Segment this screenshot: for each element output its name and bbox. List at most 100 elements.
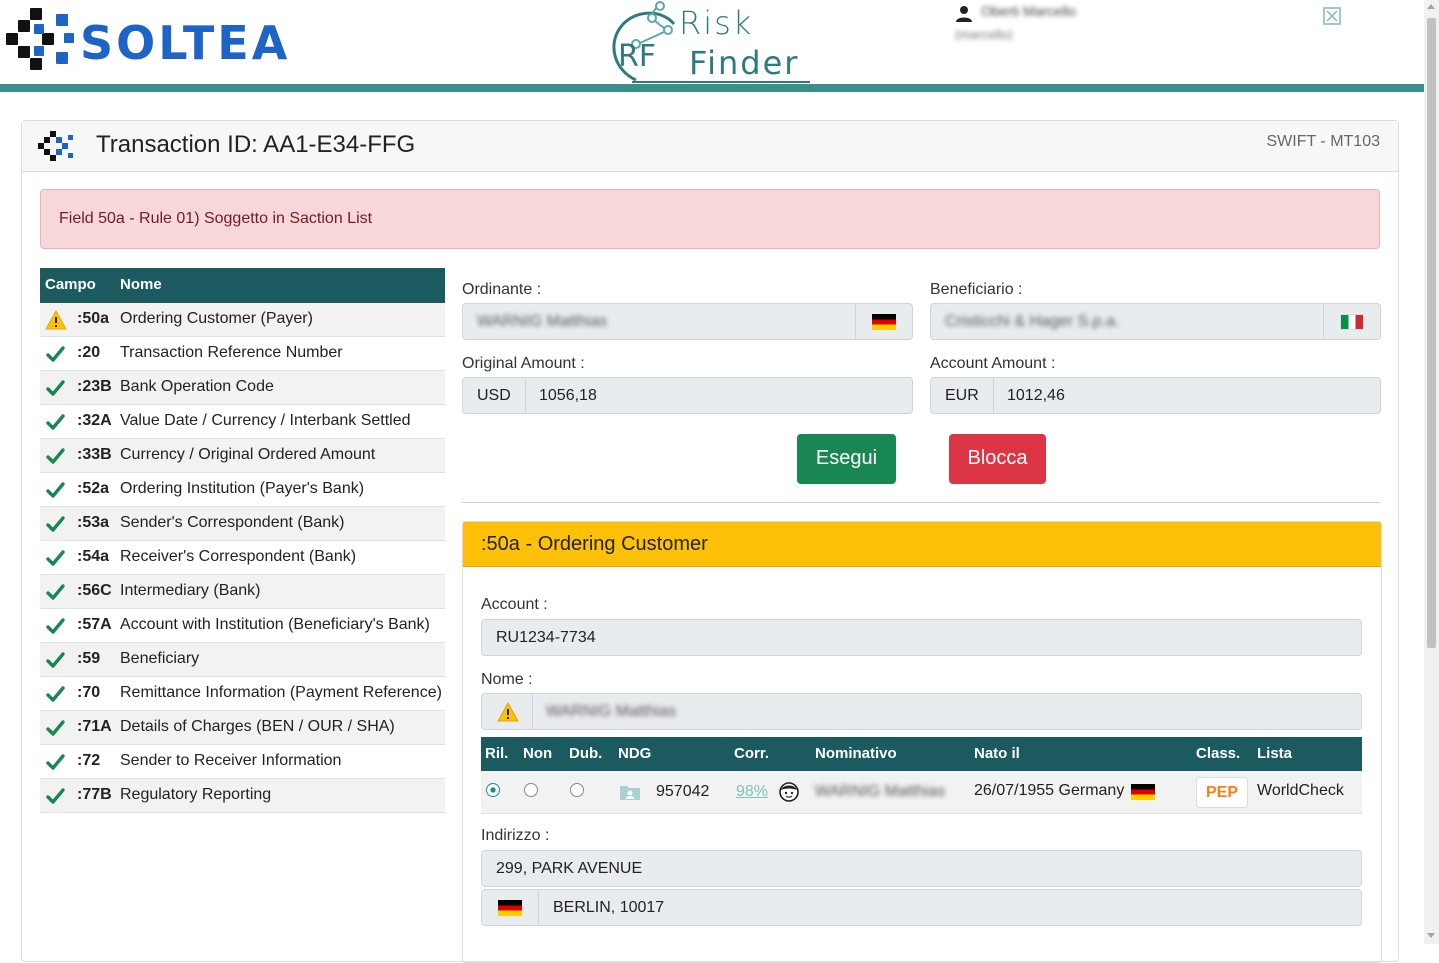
check-icon — [45, 378, 65, 398]
account-label: Account : — [481, 596, 548, 613]
check-icon — [45, 412, 65, 432]
match-row: 957042 98% WARNIG Matthias 26/07/1955 Ge… — [481, 771, 1362, 814]
field-name: Sender's Correspondent (Bank) — [120, 514, 345, 531]
card-header: Transaction ID: AA1-E34-FFG SWIFT - MT10… — [22, 121, 1398, 172]
beneficiario-field: Cristicchi & Hager S.p.a. — [930, 303, 1381, 340]
field-row[interactable]: :54a Receiver's Correspondent (Bank) — [40, 541, 445, 575]
field-code: :20 — [77, 344, 101, 361]
address-line2-field: BERLIN, 10017 — [481, 889, 1362, 926]
check-icon — [45, 344, 65, 364]
not-relevant-radio[interactable] — [524, 783, 538, 797]
field-code: :70 — [77, 684, 101, 701]
indirizzo-label: Indirizzo : — [481, 827, 550, 844]
italy-flag-icon — [1340, 314, 1364, 330]
warning-icon — [45, 309, 67, 330]
nome-value: WARNIG Matthias — [546, 703, 677, 720]
field-row[interactable]: :52a Ordering Institution (Payer's Bank) — [40, 473, 445, 507]
field-row[interactable]: :23B Bank Operation Code — [40, 371, 445, 405]
message-type: SWIFT - MT103 — [1266, 133, 1381, 150]
birth-info: 26/07/1955 Germany — [974, 782, 1125, 799]
column-header-lista: Lista — [1257, 745, 1293, 762]
column-header-non: Non — [523, 745, 553, 762]
field-row[interactable]: :72 Sender to Receiver Information — [40, 745, 445, 779]
ordering-customer-panel: :50a - Ordering Customer Account : RU123… — [462, 521, 1382, 963]
check-icon — [45, 650, 65, 670]
list-source: WorldCheck — [1257, 782, 1344, 799]
address-line1-field: 299, PARK AVENUE — [481, 850, 1362, 887]
alert-text: Field 50a - Rule 01) Soggetto in Saction… — [59, 210, 373, 227]
field-code: :50a — [77, 310, 110, 327]
field-row[interactable]: :20 Transaction Reference Number — [40, 337, 445, 371]
original-currency: USD — [477, 387, 511, 404]
page-scrollbar[interactable] — [1424, 0, 1439, 944]
field-code: :56C — [77, 582, 112, 599]
check-icon — [45, 548, 65, 568]
brand-name: SOLTEA — [80, 16, 291, 70]
column-header-ndg: NDG — [618, 745, 652, 762]
column-header-nominativo: Nominativo — [815, 745, 897, 762]
user-icon — [956, 6, 972, 22]
field-row[interactable]: :50a Ordering Customer (Payer) — [40, 303, 445, 337]
field-code: :32A — [77, 412, 112, 429]
field-name: Sender to Receiver Information — [120, 752, 342, 769]
field-row[interactable]: :77B Regulatory Reporting — [40, 779, 445, 813]
relevant-radio[interactable] — [486, 783, 500, 797]
field-name: Transaction Reference Number — [120, 344, 343, 361]
address-line2: BERLIN, 10017 — [553, 899, 665, 916]
field-name: Ordering Customer (Payer) — [120, 310, 313, 327]
account-amount-field: EUR 1012,46 — [930, 377, 1381, 414]
ordinante-label: Ordinante : — [462, 281, 542, 298]
field-row[interactable]: :32A Value Date / Currency / Interbank Se… — [40, 405, 445, 439]
close-icon[interactable] — [1323, 7, 1341, 25]
check-icon — [45, 582, 65, 602]
rf-monogram: RF — [618, 39, 656, 74]
scroll-up-icon[interactable] — [1427, 4, 1435, 9]
field-code: :57A — [77, 616, 112, 633]
check-icon — [45, 446, 65, 466]
check-icon — [45, 480, 65, 500]
field-code: :23B — [77, 378, 112, 395]
correspondence-link[interactable]: 98% — [736, 783, 768, 801]
column-header-nome: Nome — [120, 276, 162, 293]
field-name: Beneficiary — [120, 650, 200, 667]
field-name: Regulatory Reporting — [120, 786, 272, 803]
soltea-mini-logo — [38, 131, 73, 161]
account-value: RU1234-7734 — [496, 629, 596, 646]
field-name: Receiver's Correspondent (Bank) — [120, 548, 357, 565]
address-line1: 299, PARK AVENUE — [496, 860, 643, 877]
column-header-dub: Dub. — [569, 745, 603, 762]
field-name: Ordering Institution (Payer's Bank) — [120, 480, 365, 497]
account-field: RU1234-7734 — [481, 619, 1362, 656]
doubtful-radio[interactable] — [570, 783, 584, 797]
check-icon — [45, 684, 65, 704]
field-row[interactable]: :71A Details of Charges (BEN / OUR / SHA) — [40, 711, 445, 745]
germany-flag-icon — [1131, 784, 1155, 800]
fields-table-header: Campo Nome — [40, 268, 445, 303]
face-icon[interactable] — [779, 782, 799, 802]
block-button[interactable]: Blocca — [949, 434, 1046, 484]
field-code: :59 — [77, 650, 101, 667]
field-row[interactable]: :53a Sender's Correspondent (Bank) — [40, 507, 445, 541]
scrollbar-thumb[interactable] — [1427, 18, 1436, 648]
column-header-nato-il: Nato il — [974, 745, 1020, 762]
original-amount-value: 1056,18 — [539, 387, 597, 404]
execute-button[interactable]: Esegui — [797, 434, 896, 484]
field-name: Details of Charges (BEN / OUR / SHA) — [120, 718, 395, 735]
top-bar: SOLTEA RF Risk Finder Oberti Marcello (m… — [0, 0, 1424, 92]
field-row[interactable]: :56C Intermediary (Bank) — [40, 575, 445, 609]
field-row[interactable]: :57A Account with Institution (Beneficiar… — [40, 609, 445, 643]
field-row[interactable]: :59 Beneficiary — [40, 643, 445, 677]
scroll-down-icon[interactable] — [1427, 933, 1435, 938]
field-code: :54a — [77, 548, 110, 565]
field-name: Bank Operation Code — [120, 378, 274, 395]
field-row[interactable]: :70 Remittance Information (Payment Refer… — [40, 677, 445, 711]
field-code: :53a — [77, 514, 110, 531]
transaction-card: Transaction ID: AA1-E34-FFG SWIFT - MT10… — [21, 120, 1399, 963]
field-row[interactable]: :33B Currency / Original Ordered Amount — [40, 439, 445, 473]
transaction-title: Transaction ID: AA1-E34-FFG — [96, 131, 416, 158]
field-name: Remittance Information (Payment Referenc… — [120, 684, 442, 701]
contact-card-icon[interactable] — [620, 784, 640, 800]
account-amount-value: 1012,46 — [1007, 387, 1065, 404]
user-login: (marcello) — [955, 27, 1013, 42]
section-divider — [462, 502, 1380, 503]
